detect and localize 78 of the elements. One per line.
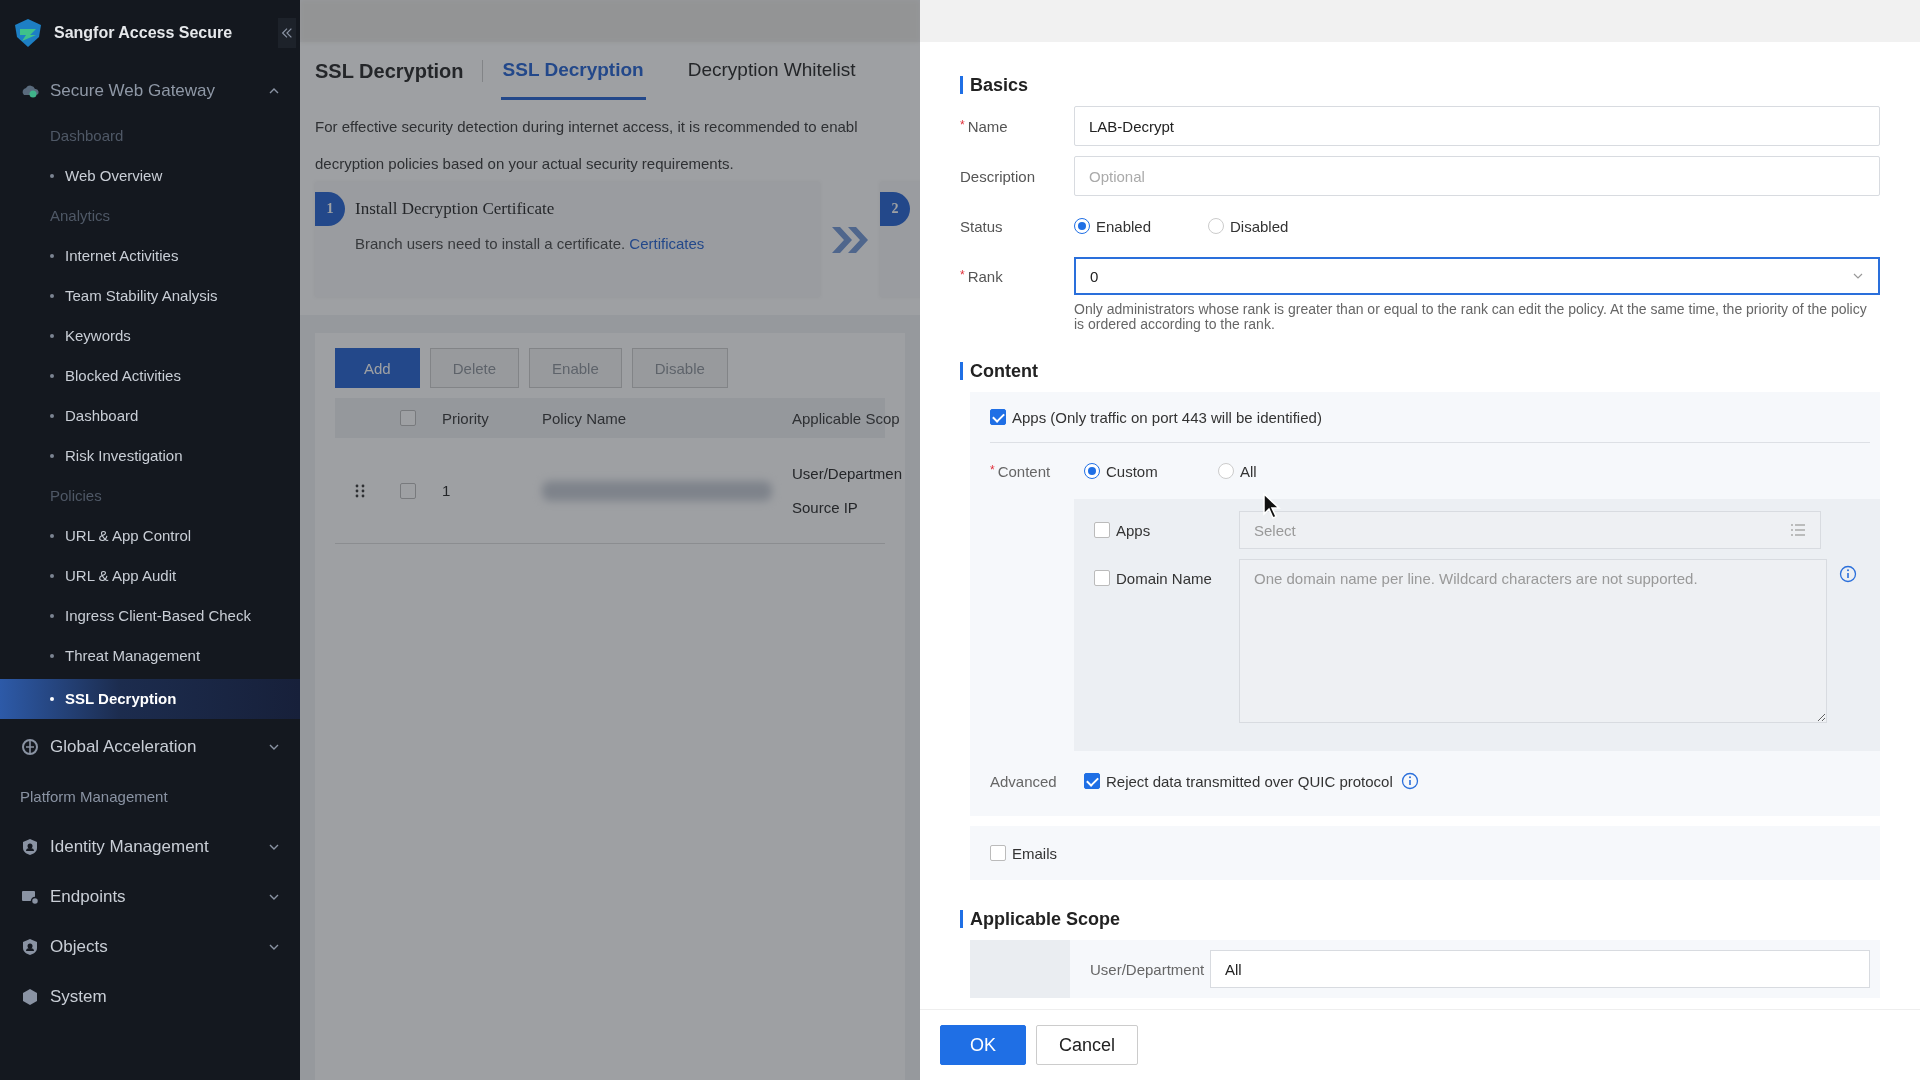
table-cell: User/Departmen (792, 465, 903, 482)
step-text: Branch users need to install a certificate. Certificates (355, 235, 705, 252)
nav-item[interactable]: SSL Decryption (0, 679, 300, 719)
nav-group[interactable]: Secure Web Gateway (0, 66, 300, 116)
nav-item[interactable]: Dashboard (0, 396, 300, 436)
step-number: 1 (315, 192, 345, 226)
notice-text: For effective security detection during internet access, it is recommended to enabl (315, 117, 859, 137)
page-title: SSL Decryption (315, 59, 464, 83)
globe-icon (20, 737, 40, 757)
double-chevron-icon (830, 224, 870, 255)
name-field[interactable]: LAB-Decrypt (1074, 106, 1880, 146)
list-icon (1790, 523, 1806, 537)
field-label: Advanced (989, 772, 1058, 790)
checkbox-option[interactable]: Emails (990, 844, 1057, 862)
brand-name: Sangfor Access Secure (54, 24, 234, 42)
menu-heading: Policies (49, 486, 103, 506)
checkbox[interactable] (399, 410, 416, 426)
description-field[interactable]: Optional (1074, 156, 1880, 196)
info-icon[interactable] (1400, 772, 1419, 790)
checkbox[interactable] (399, 482, 416, 499)
radio-option[interactable]: Custom (1084, 462, 1168, 480)
column-header: Applicable Scop (791, 409, 900, 427)
menu-heading: Analytics (49, 206, 112, 226)
user-icon (20, 837, 40, 857)
collapse-icon[interactable] (278, 18, 296, 48)
nav-item[interactable]: Ingress Client-Based Check (0, 596, 300, 636)
section-title: Basics (960, 76, 1880, 94)
table-cell-text: Source IP (792, 499, 859, 516)
step-title: Install Decryption Certificate (355, 199, 556, 219)
ok-button[interactable]: OK (940, 1025, 1026, 1065)
checkbox-option[interactable]: Apps (Only traffic on port 443 will be identified) (990, 392, 1870, 442)
step-number: 2 (880, 192, 910, 226)
nav-group[interactable]: System (0, 972, 300, 1022)
checkbox-option[interactable]: Reject data transmitted over QUIC protocol (1084, 772, 1393, 790)
nav-item[interactable]: Team Stability Analysis (0, 276, 300, 316)
menu-heading: Dashboard (49, 126, 125, 146)
nav-item[interactable]: Keywords (0, 316, 300, 356)
nav-item[interactable]: Web Overview (0, 156, 300, 196)
column-header: Priority (441, 409, 490, 427)
help-text: Only administrators whose rank is greater than or equal to the rank can edit the policy. At the same time, the priority of the policy is ordered according to the rank. (1074, 302, 1868, 332)
section-heading: Platform Management (19, 787, 169, 807)
cursor-icon (1262, 492, 1282, 520)
checkbox-option[interactable]: Domain Name (1094, 559, 1239, 597)
nav-group[interactable]: Objects (0, 922, 300, 972)
field-label: * Name (960, 117, 1009, 135)
hexagon-icon (20, 987, 40, 1007)
user-icon (20, 937, 40, 957)
tab[interactable]: Decryption Whitelist (685, 42, 858, 100)
checkbox-option[interactable]: Apps (1094, 511, 1239, 549)
radio-option[interactable]: Disabled (1208, 217, 1292, 235)
nav-item[interactable]: URL & App Control (0, 516, 300, 556)
nav-item[interactable]: Internet Activities (0, 236, 300, 276)
field-label: * Rank (960, 267, 1004, 285)
nav-item[interactable]: Threat Management (0, 636, 300, 676)
nav-group[interactable]: Identity Management (0, 822, 300, 872)
nav-item[interactable]: URL & App Audit (0, 556, 300, 596)
table-cell-text: 1 (441, 482, 452, 499)
cancel-button[interactable]: Cancel (1036, 1025, 1139, 1065)
field-label: * Content (989, 462, 1052, 480)
rank-dropdown[interactable]: 0 (1074, 257, 1880, 295)
section-title: Content (960, 362, 1880, 380)
info-icon[interactable] (1839, 565, 1857, 583)
logo-icon (12, 17, 44, 49)
nav-group[interactable]: Global Acceleration (0, 722, 300, 772)
nav-item[interactable]: Blocked Activities (0, 356, 300, 396)
field-label: User/Department (1090, 960, 1206, 978)
nav-group[interactable]: Endpoints (0, 872, 300, 922)
field-label: Description (960, 167, 1037, 185)
drag-handle-icon[interactable] (355, 483, 365, 498)
radio-option[interactable]: All (1218, 462, 1302, 480)
field-label: Status (960, 217, 1004, 235)
nav-item[interactable]: Risk Investigation (0, 436, 300, 476)
notice-text: decryption policies based on your actual security requirements. (315, 154, 735, 174)
section-title: Applicable Scope (960, 910, 1880, 928)
user-department-field[interactable]: All (1210, 950, 1870, 988)
radio-option[interactable]: Enabled (1074, 217, 1158, 235)
domain-field[interactable]: One domain name per line. Wildcard characters are not supported. (1239, 559, 1827, 723)
column-header: Policy Name (541, 409, 628, 427)
